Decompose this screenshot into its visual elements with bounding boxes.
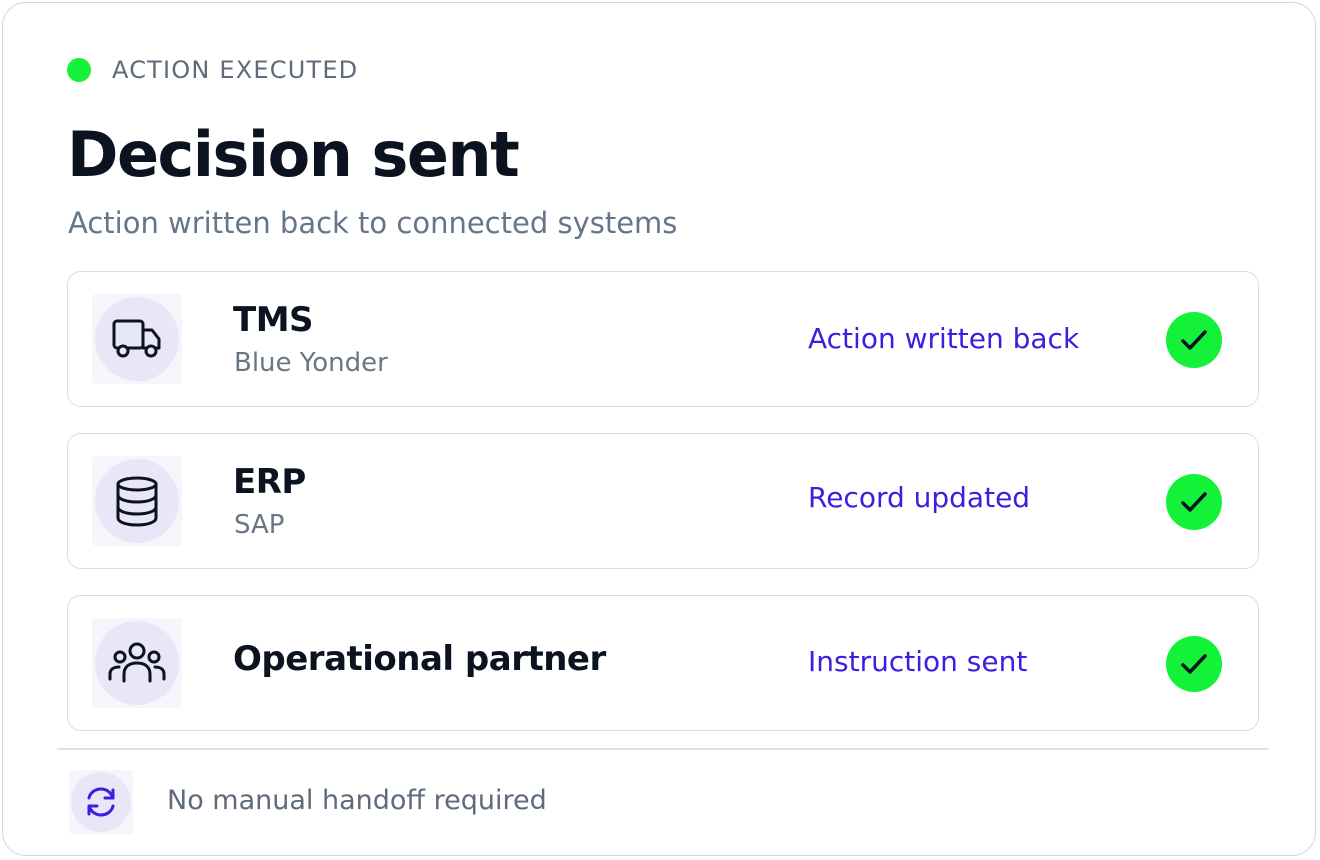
system-icon	[92, 456, 182, 546]
system-item-erp[interactable]: ERP SAP Record updated	[67, 433, 1259, 569]
check-icon	[1166, 474, 1222, 530]
page-title: Decision sent	[67, 118, 520, 191]
status-dot	[67, 58, 91, 82]
system-icon	[92, 294, 182, 384]
divider	[57, 748, 1269, 750]
system-list: TMS Blue Yonder Action written back ERP …	[67, 271, 1259, 757]
sync-icon	[87, 787, 115, 817]
system-vendor: SAP	[234, 510, 285, 540]
system-status: Instruction sent	[808, 645, 1028, 678]
system-status: Action written back	[808, 322, 1080, 355]
database-icon	[116, 476, 158, 527]
check-icon	[1166, 636, 1222, 692]
truck-icon	[112, 319, 161, 358]
system-item-tms[interactable]: TMS Blue Yonder Action written back	[67, 271, 1259, 407]
users-icon	[108, 642, 166, 683]
system-vendor: Blue Yonder	[234, 348, 388, 378]
system-name: Operational partner	[233, 639, 606, 679]
system-item-operational-partner[interactable]: Operational partner Instruction sent	[67, 595, 1259, 731]
page-subtitle: Action written back to connected systems	[68, 206, 678, 240]
decision-card: ACTION EXECUTED Decision sent Action wri…	[2, 2, 1316, 856]
system-status: Record updated	[808, 481, 1031, 514]
status-label: ACTION EXECUTED	[112, 56, 359, 84]
check-icon	[1166, 312, 1222, 368]
system-icon	[92, 618, 182, 708]
status-indicator: ACTION EXECUTED	[67, 55, 358, 85]
footer-text: No manual handoff required	[167, 785, 547, 816]
system-name: ERP	[233, 462, 306, 502]
footer-icon	[69, 770, 133, 834]
system-name: TMS	[233, 300, 314, 340]
